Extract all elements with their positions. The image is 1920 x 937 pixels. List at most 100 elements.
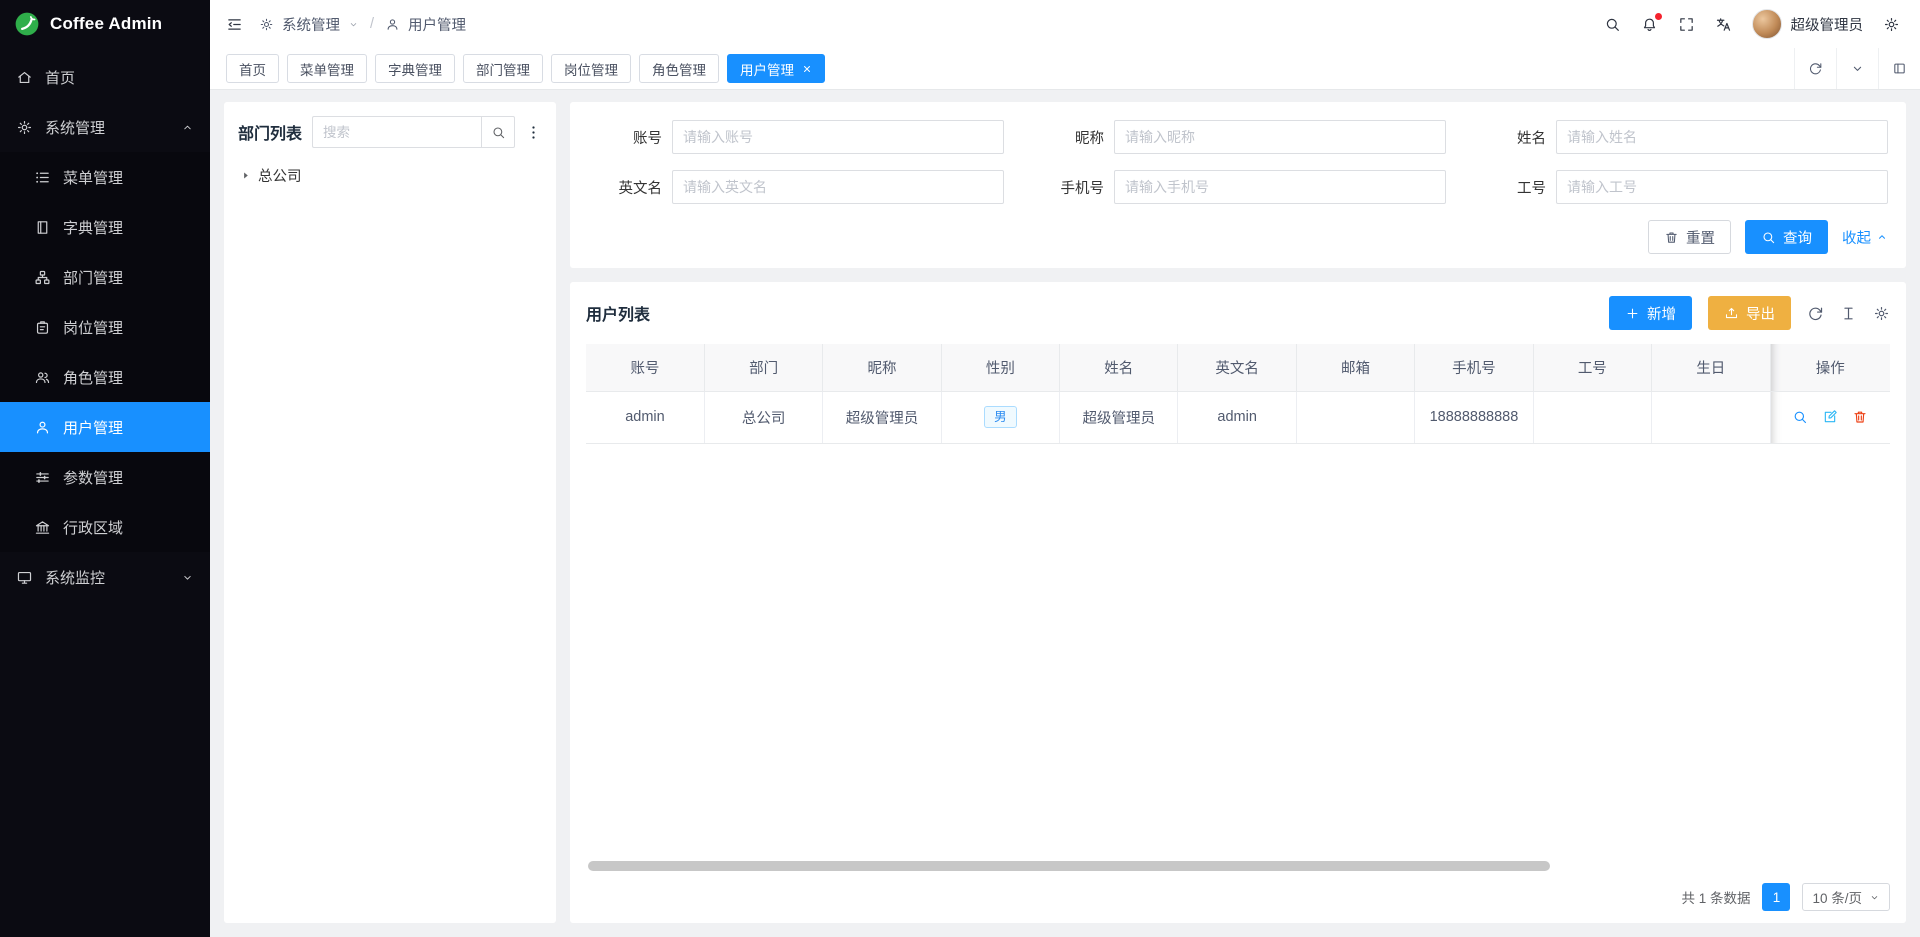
- sidebar-item-system-management[interactable]: 系统管理: [0, 102, 210, 152]
- sidebar-item-label: 首页: [45, 67, 75, 88]
- sidebar-item-param-management[interactable]: 参数管理: [0, 452, 210, 502]
- notification-dot: [1655, 13, 1662, 20]
- sidebar-item-dict-management[interactable]: 字典管理: [0, 202, 210, 252]
- book-icon: [34, 219, 51, 236]
- user-icon: [34, 419, 51, 436]
- cell-operations: [1770, 391, 1890, 443]
- add-user-button[interactable]: 新增: [1609, 296, 1692, 330]
- sidebar-item-user-management[interactable]: 用户管理: [0, 402, 210, 452]
- density-icon[interactable]: [1840, 305, 1857, 322]
- tab-label: 角色管理: [652, 59, 706, 79]
- sidebar-item-admin-region[interactable]: 行政区域: [0, 502, 210, 552]
- field-phone: 手机号: [1030, 170, 1446, 204]
- column-header: 工号: [1533, 344, 1651, 391]
- sidebar-item-home[interactable]: 首页: [0, 52, 210, 102]
- department-more-icon[interactable]: [525, 124, 542, 141]
- edit-row-icon[interactable]: [1822, 409, 1838, 425]
- pagination: 共 1 条数据 1 10 条/页: [586, 875, 1890, 911]
- tab-close-icon[interactable]: [802, 64, 812, 74]
- cell-name: 超级管理员: [1060, 391, 1178, 443]
- column-header: 性别: [941, 344, 1059, 391]
- cell-work-id: [1533, 391, 1651, 443]
- search-icon[interactable]: [1604, 16, 1621, 33]
- bank-icon: [34, 519, 51, 536]
- horizontal-scrollbar[interactable]: [588, 861, 1550, 871]
- collapse-link-label: 收起: [1842, 227, 1871, 248]
- users-icon: [34, 369, 51, 386]
- sidebar-item-label: 参数管理: [63, 467, 123, 488]
- english-name-input[interactable]: [672, 170, 1004, 204]
- table-empty-area: [586, 444, 1890, 862]
- user-menu[interactable]: 超级管理员: [1752, 9, 1864, 39]
- delete-row-icon[interactable]: [1852, 409, 1868, 425]
- tab-dict-management[interactable]: 字典管理: [375, 54, 455, 83]
- tab-dept-management[interactable]: 部门管理: [463, 54, 543, 83]
- sidebar-item-post-management[interactable]: 岗位管理: [0, 302, 210, 352]
- notification-bell[interactable]: [1641, 16, 1658, 33]
- export-button-label: 导出: [1746, 303, 1775, 324]
- chevron-down-icon: [1869, 892, 1880, 903]
- tab-label: 用户管理: [740, 59, 794, 79]
- sidebar-item-menu-management[interactable]: 菜单管理: [0, 152, 210, 202]
- export-button[interactable]: 导出: [1708, 296, 1791, 330]
- department-search-button[interactable]: [481, 116, 515, 148]
- sidebar-item-system-monitor[interactable]: 系统监控: [0, 552, 210, 602]
- name-input[interactable]: [1556, 120, 1888, 154]
- pagination-total: 共 1 条数据: [1681, 887, 1750, 907]
- sidebar-item-label: 字典管理: [63, 217, 123, 238]
- layout-icon[interactable]: [1878, 48, 1920, 89]
- refresh-tabs-icon[interactable]: [1794, 48, 1836, 89]
- chevron-up-icon: [1876, 231, 1888, 243]
- horizontal-scrollbar-track: [588, 861, 1888, 871]
- page-1-button[interactable]: 1: [1762, 883, 1790, 911]
- cell-phone: 18888888888: [1415, 391, 1533, 443]
- sidebar-item-dept-management[interactable]: 部门管理: [0, 252, 210, 302]
- table-row[interactable]: admin 总公司 超级管理员 男 超级管理员 admin 1888888888…: [586, 391, 1890, 443]
- tab-home[interactable]: 首页: [226, 54, 279, 83]
- fullscreen-icon[interactable]: [1678, 16, 1695, 33]
- sidebar-menu: 首页 系统管理 菜单管理 字典管理 部门管理: [0, 48, 210, 937]
- work-id-input[interactable]: [1556, 170, 1888, 204]
- field-name: 姓名: [1472, 120, 1888, 154]
- field-label: 昵称: [1030, 127, 1104, 148]
- user-list-card: 用户列表 新增 导出: [570, 282, 1906, 923]
- settings-gear-icon[interactable]: [1883, 16, 1900, 33]
- sidebar-item-label: 菜单管理: [63, 167, 123, 188]
- nickname-input[interactable]: [1114, 120, 1446, 154]
- collapse-filter-link[interactable]: 收起: [1842, 227, 1888, 248]
- sidebar-item-role-management[interactable]: 角色管理: [0, 352, 210, 402]
- tab-menu-management[interactable]: 菜单管理: [287, 54, 367, 83]
- tree-node-root[interactable]: 总公司: [238, 162, 542, 189]
- phone-input[interactable]: [1114, 170, 1446, 204]
- table-settings-gear-icon[interactable]: [1873, 305, 1890, 322]
- department-panel-header: 部门列表: [238, 116, 542, 148]
- cell-birthday: [1652, 391, 1770, 443]
- sliders-icon: [34, 469, 51, 486]
- tab-post-management[interactable]: 岗位管理: [551, 54, 631, 83]
- breadcrumb-level1[interactable]: 系统管理: [282, 14, 340, 35]
- search-filter-card: 账号 昵称 姓名 英文名: [570, 102, 1906, 268]
- column-header: 邮箱: [1296, 344, 1414, 391]
- column-header: 姓名: [1060, 344, 1178, 391]
- app-logo: Coffee Admin: [0, 0, 210, 48]
- tab-user-management[interactable]: 用户管理: [727, 54, 825, 83]
- collapse-sidebar-icon[interactable]: [226, 16, 243, 33]
- tabs-dropdown-icon[interactable]: [1836, 48, 1878, 89]
- translate-icon[interactable]: [1715, 16, 1732, 33]
- view-row-icon[interactable]: [1792, 409, 1808, 425]
- column-header: 昵称: [823, 344, 941, 391]
- row-operations: [1777, 409, 1885, 425]
- tab-role-management[interactable]: 角色管理: [639, 54, 719, 83]
- column-header: 账号: [586, 344, 704, 391]
- reset-button[interactable]: 重置: [1648, 220, 1731, 254]
- account-input[interactable]: [672, 120, 1004, 154]
- caret-right-icon[interactable]: [240, 170, 251, 181]
- plus-icon: [1625, 306, 1640, 321]
- query-button[interactable]: 查询: [1745, 220, 1828, 254]
- sidebar: Coffee Admin 首页 系统管理 菜单管理 字典管理: [0, 0, 210, 937]
- department-tree: 总公司: [238, 162, 542, 189]
- tab-label: 部门管理: [476, 59, 530, 79]
- department-search-input[interactable]: [312, 116, 481, 148]
- refresh-table-icon[interactable]: [1807, 305, 1824, 322]
- page-size-select[interactable]: 10 条/页: [1802, 883, 1890, 911]
